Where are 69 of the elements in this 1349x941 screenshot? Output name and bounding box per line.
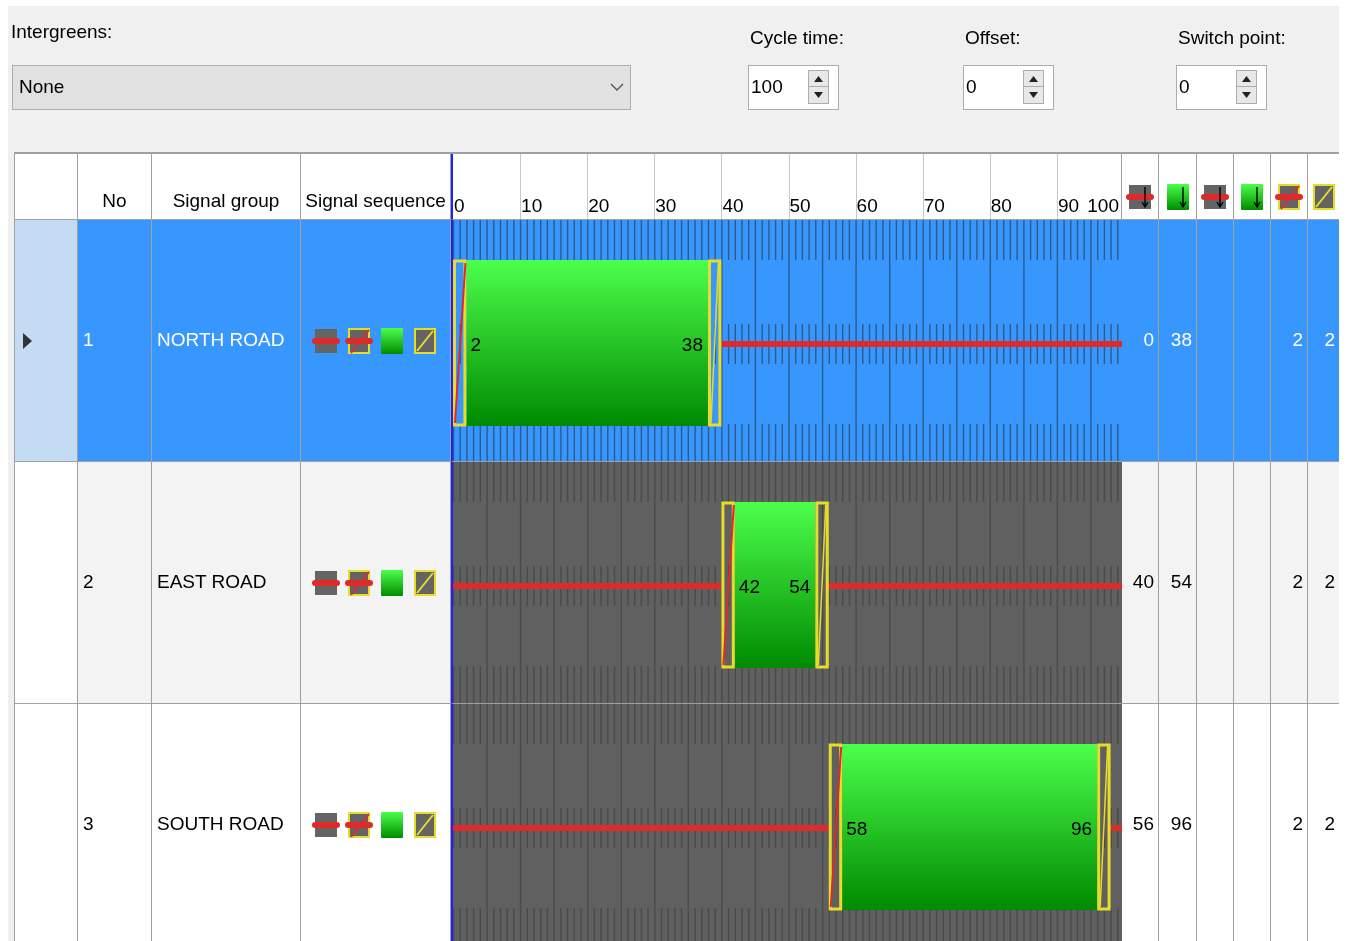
up-arrow-icon (1029, 75, 1038, 82)
offset-field[interactable]: 0 (963, 64, 1054, 110)
stop-interval-line (1110, 825, 1122, 831)
tick-label: 90 (1057, 195, 1080, 217)
time-value: 2 (1324, 570, 1335, 595)
time-value: 2 (1324, 812, 1335, 837)
up-arrow-icon (814, 75, 823, 82)
timeline[interactable]: 42 54 (453, 462, 1122, 703)
time-value: 2 (1324, 328, 1335, 353)
prepare-signal-icon (1275, 181, 1303, 212)
field-label: Cycle time: (750, 26, 844, 50)
go-signal-icon (378, 567, 406, 598)
row-number: 2 (83, 570, 94, 595)
down-arrow-icon (1242, 92, 1251, 98)
go-end-icon (1238, 181, 1266, 212)
signal-group-name: NORTH ROAD (157, 328, 285, 353)
go-signal-icon (378, 809, 406, 840)
end-time-label: 54 (789, 576, 811, 597)
time-value: 2 (1292, 812, 1303, 837)
field-label: Offset: (965, 26, 1021, 50)
row-number: 3 (83, 812, 94, 837)
column-header: No (102, 189, 127, 213)
go-signal-icon (378, 325, 406, 356)
prepare-signal-icon (345, 325, 373, 356)
tick-label: 40 (722, 195, 744, 217)
tick-label: 0 (454, 195, 465, 217)
tick-label: 30 (655, 195, 677, 217)
down-arrow-icon (1029, 92, 1038, 98)
tick-label: 70 (923, 195, 945, 217)
end-time-label: 38 (681, 334, 703, 355)
row-number: 1 (83, 328, 94, 353)
end-time-label: 96 (1071, 818, 1093, 839)
time-value: 0 (1143, 328, 1154, 353)
time-value: 96 (1170, 812, 1192, 837)
cycle-time-field[interactable]: 100 (748, 64, 839, 110)
clearance-signal-icon (411, 567, 439, 598)
prepare-signal-icon (345, 809, 373, 840)
field-label: Switch point: (1178, 26, 1286, 50)
time-value: 56 (1132, 812, 1154, 837)
start-time-label: 42 (738, 576, 760, 597)
down-arrow-icon (814, 92, 823, 98)
column-header: Signal group (172, 189, 280, 213)
timeline[interactable]: 58 96 (453, 704, 1122, 941)
tick-label: 50 (789, 195, 811, 217)
start-time-label: 58 (846, 818, 868, 839)
clearance-signal-icon (411, 325, 439, 356)
clearance-signal-icon (411, 809, 439, 840)
signal-group-name: SOUTH ROAD (157, 812, 284, 837)
time-value: 40 (1132, 570, 1154, 595)
tick-label: 20 (588, 195, 610, 217)
tick-label: 80 (990, 195, 1012, 217)
time-value: 38 (1170, 328, 1192, 353)
time-value: 2 (1292, 328, 1303, 353)
chevron-down-icon (610, 82, 624, 92)
tick-label: 60 (856, 195, 878, 217)
time-value: 54 (1170, 570, 1192, 595)
time-value: 2 (1292, 570, 1303, 595)
tick-label: 10 (521, 195, 543, 217)
prepare-signal-icon (345, 567, 373, 598)
switch-point-field[interactable]: 0 (1176, 64, 1267, 110)
tick-label: 100 (1087, 195, 1119, 217)
up-arrow-icon (1242, 75, 1251, 82)
intergreens-dropdown[interactable]: None (12, 64, 631, 110)
intergreens-label: Intergreens: (11, 20, 113, 44)
timeline[interactable]: 2 38 (453, 220, 1122, 461)
signal-group-name: EAST ROAD (157, 570, 267, 595)
column-header: Signal sequence (305, 189, 446, 213)
start-time-label: 2 (470, 334, 481, 355)
current-row-icon (23, 332, 32, 349)
